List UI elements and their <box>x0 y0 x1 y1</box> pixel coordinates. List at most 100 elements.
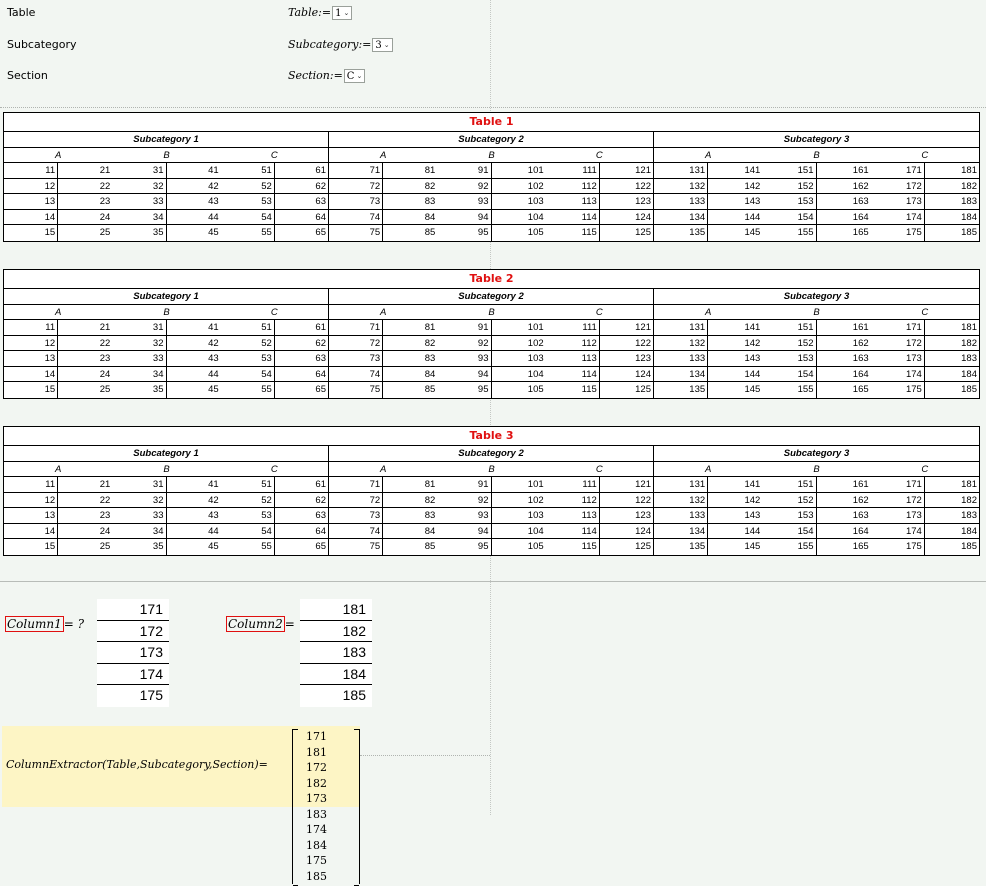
table-cell: 112 <box>545 178 600 194</box>
table-cell: 102 <box>491 336 546 351</box>
result-value: 175 <box>139 687 163 703</box>
table-grid: Subcategory 1 Subcategory 2 Subcategory 3A… <box>4 132 979 241</box>
table-cell: 35 <box>112 539 167 555</box>
data-table: Table 3 Subcategory 1 Subcategory 2 Subcate… <box>3 426 980 556</box>
table-cell: 21 <box>58 320 113 336</box>
table-cell: 44 <box>166 367 221 382</box>
section-definition: Section:= C ⌄ <box>288 69 366 83</box>
table-cell: 12 <box>4 492 59 508</box>
table-cell: 25 <box>99 227 111 238</box>
table-cell: 101 <box>491 163 546 179</box>
section-header: C <box>870 462 979 477</box>
table-cell: 181 <box>924 163 979 179</box>
table-cell: 132 <box>654 492 709 508</box>
table-cell: 95 <box>437 539 492 555</box>
column1-variable[interactable]: Column1 <box>5 616 64 632</box>
function-region[interactable]: ColumnExtractor(Table,Subcategory,Sectio… <box>2 726 360 886</box>
matrix-row: 173183 <box>297 791 355 822</box>
subcategory-header: Subcategory 3 <box>654 132 979 148</box>
result-value: 185 <box>342 687 366 703</box>
table-cell: 23 <box>58 508 113 524</box>
table-cell: 145 <box>744 227 761 238</box>
table-cell: 161 <box>816 320 871 336</box>
table-cell: 102 <box>491 493 546 508</box>
table-cell: 162 <box>816 336 871 351</box>
section-header: C <box>220 147 329 163</box>
table-cell: 31 <box>112 163 167 179</box>
table-cell: 82 <box>383 493 438 508</box>
table-cell: 182 <box>924 179 979 194</box>
table-cell: 113 <box>545 194 600 210</box>
assign-operator: := <box>358 38 372 51</box>
table-cell: 114 <box>545 366 600 382</box>
table-cell: 11 <box>4 163 59 179</box>
subcategory-header: Subcategory 3 <box>654 289 979 305</box>
table-cell: 151 <box>762 163 817 179</box>
matrix-cell: 181 <box>306 745 327 759</box>
table-cell: 83 <box>383 194 438 210</box>
table-cell: 163 <box>816 194 871 210</box>
table-dropdown[interactable]: 1 ⌄ <box>332 6 353 20</box>
section-header: B <box>112 148 221 163</box>
column1-expression: Column1 = ? <box>5 616 84 632</box>
table-cell: 124 <box>599 523 654 539</box>
table-cell: 42 <box>166 336 221 351</box>
table-cell: 143 <box>708 351 763 367</box>
section-header: C <box>545 461 654 477</box>
matrix-cell: 172 <box>306 761 327 774</box>
table-cell: 52 <box>220 178 275 194</box>
table-cell: 123 <box>599 351 654 367</box>
table-cell: 183 <box>924 194 979 210</box>
section-header: B <box>112 462 221 477</box>
table-cell: 94 <box>437 209 492 225</box>
table-cell: 121 <box>599 320 654 336</box>
section-header: C <box>870 148 979 163</box>
result-value: 183 <box>300 642 372 664</box>
table-cell: 65 <box>275 225 329 241</box>
result-value: 172 <box>97 621 169 642</box>
table-cell: 165 <box>852 227 869 238</box>
table-cell: 23 <box>58 351 113 367</box>
table-cell: 122 <box>599 335 654 351</box>
table-cell: 74 <box>329 523 384 539</box>
table-cell: 94 <box>437 523 492 539</box>
table-cell: 104 <box>491 210 546 225</box>
table-cell: 114 <box>545 523 600 539</box>
table-cell: 154 <box>762 523 817 539</box>
table-cell: 74 <box>329 209 384 225</box>
column2-variable[interactable]: Column2 <box>226 616 285 632</box>
result-value: 171 <box>97 599 169 621</box>
table-cell: 22 <box>58 493 113 508</box>
matrix-cell: 171 <box>306 730 327 743</box>
table-cell: 11 <box>4 320 59 336</box>
table-cell: 163 <box>816 351 871 367</box>
table-cell: 22 <box>58 179 113 194</box>
table-cell: 154 <box>762 366 817 382</box>
table-cell: 174 <box>870 209 925 225</box>
subcategory-dropdown[interactable]: 3 ⌄ <box>372 38 393 52</box>
table-cell: 153 <box>762 351 817 367</box>
table-cell: 95 <box>437 225 492 241</box>
table-cell: 161 <box>816 477 871 493</box>
table-cell: 43 <box>166 194 221 210</box>
table-cell: 15 <box>4 225 59 241</box>
chevron-down-icon: ⌄ <box>343 9 350 17</box>
table-cell: 85 <box>424 384 436 395</box>
table-cell: 72 <box>329 335 384 351</box>
table-cell: 41 <box>166 320 221 336</box>
table-cell: 41 <box>166 163 221 179</box>
section-dropdown[interactable]: C ⌄ <box>343 69 366 83</box>
table-cell: 105 <box>527 541 544 552</box>
table-cell: 61 <box>274 320 329 336</box>
table-cell: 134 <box>654 209 709 225</box>
table-cell: 164 <box>816 524 871 539</box>
table-cell: 51 <box>220 320 275 336</box>
section-header: A <box>329 148 438 163</box>
table-cell: 75 <box>329 539 384 555</box>
table-cell: 132 <box>654 335 709 351</box>
table-cell: 81 <box>383 163 438 179</box>
table-cell: 51 <box>220 477 275 493</box>
table-cell: 54 <box>220 209 275 225</box>
table-cell: 54 <box>220 366 275 382</box>
section-header: A <box>4 148 113 163</box>
